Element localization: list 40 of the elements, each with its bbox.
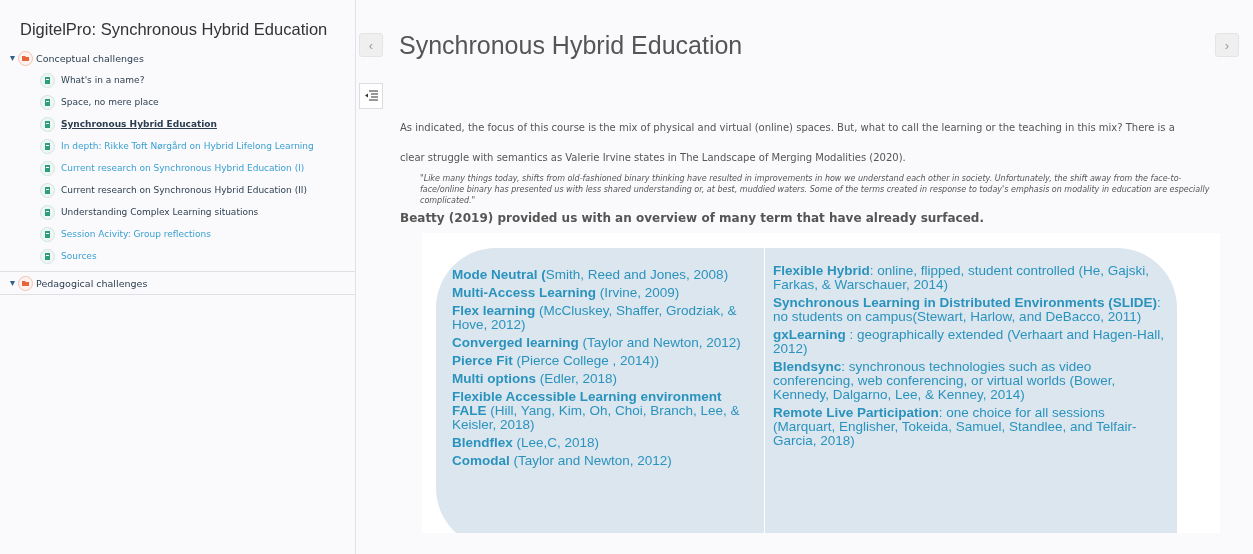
- page-icon: [40, 248, 55, 264]
- lead-paragraph: Beatty (2019) provided us with an overview of many term that have already surfaced.: [400, 211, 985, 225]
- page-title: Synchronous Hybrid Education: [399, 30, 744, 60]
- term-entry: Flex learning (McCluskey, Shaffer, Grodziak, & Hove, 2012): [452, 304, 738, 332]
- folder-icon: [18, 275, 33, 291]
- section-title[interactable]: Pedagogical challenges: [36, 277, 148, 289]
- lesson-link[interactable]: Space, no mere place: [61, 97, 159, 107]
- term-entry: Multi options (Edler, 2018): [452, 372, 619, 386]
- term-entry: Mode Neutral (Smith, Reed and Jones, 2008): [452, 268, 730, 282]
- quote-text: "Like many things today, shifts from old-fashioned binary thinking have resulted in improvements in how we understand each other in society. Unfortunately, the shift away from the face-to-face/online binary has presented us with less shared understanding or, at best, muddied waters. Some of the terms created in response to today's emphasis on modality in education are especially complicated.": [420, 173, 1211, 206]
- caret-icon[interactable]: [10, 280, 15, 286]
- page-icon: [40, 160, 55, 176]
- term-entry: Blendflex (Lee,C, 2018): [452, 436, 601, 450]
- section-title[interactable]: Conceptual challenges: [36, 52, 144, 64]
- page-icon: [40, 94, 55, 110]
- page-icon: [40, 138, 55, 154]
- term-entry: Synchronous Learning in Distributed Environments (SLIDE): no students on campus(Stewart, Harlow, and DeBacco, 2011): [773, 296, 1162, 324]
- page-icon: [40, 116, 55, 132]
- page-icon: [40, 204, 55, 220]
- term-entry: Remote Live Participation: one choice for all sessions (Marquart, Englisher, Tokeida, Samuel, Standlee, and Telfair-Garcia, 2018): [773, 406, 1138, 448]
- caret-icon[interactable]: [10, 55, 15, 61]
- term-entry: Converged learning (Taylor and Newton, 2012): [452, 336, 742, 350]
- course-title: DigitelPro: Synchronous Hybrid Education: [20, 20, 329, 39]
- term-entry: Blendsync: synchronous technologies such as video conferencing, web conferencing, or virtual worlds (Bower, Kennedy, Dalgarno, Lee, & Kenney, 2014): [773, 360, 1117, 402]
- term-entry: Multi-Access Learning (Irvine, 2009): [452, 286, 681, 300]
- term-entry: Flexible Hybrid: online, flipped, student controlled (He, Gajski, Farkas, & Warschauer, 2014): [773, 264, 1150, 292]
- term-entry: Pierce Fit (Pierce College , 2014)): [452, 354, 661, 368]
- page-icon: [40, 182, 55, 198]
- lesson-link[interactable]: Understanding Complex Learning situations: [61, 207, 259, 217]
- intro-paragraph: As indicated, the focus of this course is the mix of physical and virtual (online) spaces. But, what to call the learning or the teaching in this mix? There is a clear struggle with semantics as Valerie Irvine states in The Landscape of Merging Modalities (2020).: [400, 121, 1176, 165]
- term-entry: Comodal (Taylor and Newton, 2012): [452, 454, 673, 468]
- menu-toggle-icon[interactable]: [359, 83, 383, 109]
- folder-icon: [18, 50, 33, 66]
- page-icon: [40, 72, 55, 88]
- lesson-link[interactable]: What's in a name?: [61, 75, 145, 85]
- lesson-link[interactable]: Synchronous Hybrid Education: [61, 119, 217, 129]
- term-entry: Flexible Accessible Learning environment FALE (Hill, Yang, Kim, Oh, Choi, Branch, Lee, & Keisler, 2018): [452, 390, 741, 432]
- term-entry: gxLearning : geographically extended (Verhaart and Hagen-Hall, 2012): [773, 328, 1165, 356]
- lesson-link[interactable]: Current research on Synchronous Hybrid Education (II): [61, 185, 307, 195]
- page-icon: [40, 226, 55, 242]
